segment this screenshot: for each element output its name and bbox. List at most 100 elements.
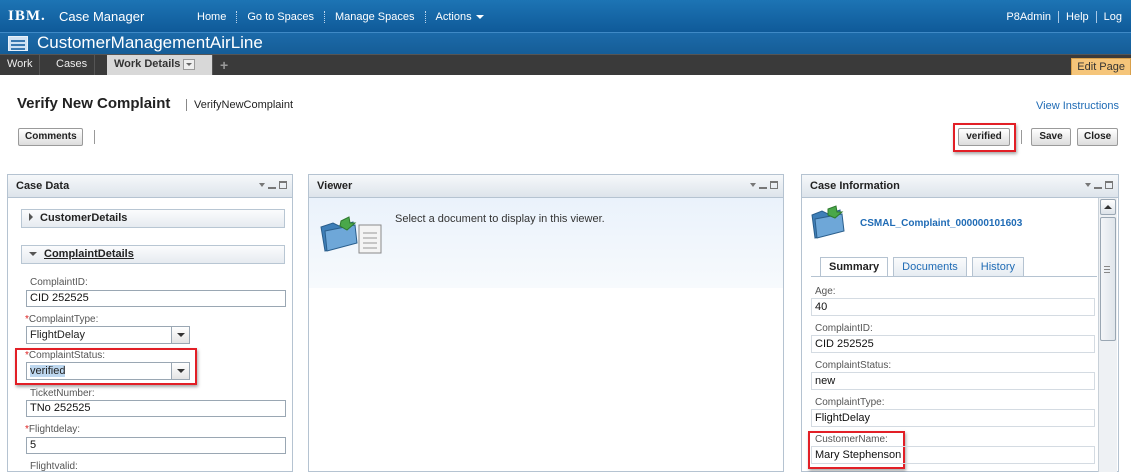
complaint-type-label: *ComplaintType: [25, 314, 98, 325]
complaint-type-select[interactable]: FlightDelay [26, 326, 190, 344]
flightdelay-field[interactable]: 5 [26, 437, 286, 454]
nav-manage-spaces[interactable]: Manage Spaces [335, 11, 426, 23]
case-folder-icon [811, 205, 845, 239]
complaint-status-label-text: ComplaintStatus: [28, 350, 106, 361]
ticket-number-field[interactable]: TNo 252525 [26, 400, 286, 417]
tab-cases[interactable]: Cases [49, 55, 96, 75]
document-folder-icon [320, 216, 382, 254]
verified-button[interactable]: verified [958, 128, 1010, 146]
toolbar-divider-2 [1021, 130, 1022, 144]
flightdelay-label-text: Flightdelay: [28, 424, 81, 435]
panel-menu-icon[interactable] [750, 183, 756, 187]
tab-history[interactable]: History [971, 257, 1025, 276]
case-data-panel: Case Data CustomerDetails ComplaintDetai… [7, 174, 293, 472]
panel-controls [259, 181, 287, 189]
viewer-header: Viewer [309, 175, 783, 198]
help-link[interactable]: Help [1058, 11, 1096, 23]
scroll-up-icon[interactable] [1100, 199, 1116, 215]
property-label: ComplaintType: [815, 397, 885, 408]
comments-button[interactable]: Comments [18, 128, 83, 146]
viewer-empty-message: Select a document to display in this vie… [395, 213, 605, 225]
tab-underline [811, 276, 1097, 277]
tab-work-details-label: Work Details [114, 58, 181, 70]
property-label: Age: [815, 286, 836, 297]
flightdelay-label: *Flightdelay: [25, 424, 80, 435]
maximize-icon[interactable] [279, 181, 287, 189]
tab-dropdown-icon[interactable] [183, 58, 196, 70]
solution-title: CustomerManagementAirLine [37, 33, 263, 52]
solution-icon [8, 36, 28, 51]
nav-actions-label: Actions [435, 11, 472, 23]
nav-home[interactable]: Home [197, 11, 238, 23]
main-nav: Home Go to Spaces Manage Spaces Actions [197, 11, 504, 23]
tab-documents[interactable]: Documents [893, 257, 967, 276]
log-link[interactable]: Log [1095, 11, 1129, 23]
add-tab-icon[interactable]: + [220, 57, 228, 73]
flightvalid-label: Flightvalid: [30, 461, 78, 472]
panel-controls [750, 181, 778, 189]
panel-controls [1085, 181, 1113, 189]
property-label: ComplaintID: [815, 323, 873, 334]
close-button[interactable]: Close [1077, 128, 1118, 146]
complaint-id-label: ComplaintID: [30, 277, 88, 288]
solution-bar: CustomerManagementAirLine [0, 32, 1131, 54]
property-value-age: 40 [811, 298, 1095, 316]
work-item-header: Verify New Complaint VerifyNewComplaint … [0, 75, 1131, 170]
panel-menu-icon[interactable] [1085, 183, 1091, 187]
case-name-link[interactable]: CSMAL_Complaint_000000101603 [860, 218, 1022, 229]
tab-work[interactable]: Work [0, 55, 41, 75]
case-data-body: CustomerDetails ComplaintDetails Complai… [8, 198, 292, 472]
step-name: VerifyNewComplaint [186, 99, 293, 111]
view-instructions-link[interactable]: View Instructions [1036, 100, 1119, 112]
chevron-down-icon[interactable] [171, 327, 189, 343]
page-title: Verify New Complaint [17, 95, 171, 112]
nav-go-to-spaces[interactable]: Go to Spaces [247, 11, 325, 23]
vertical-scrollbar[interactable] [1098, 198, 1117, 472]
complaint-type-label-text: ComplaintType: [28, 314, 99, 325]
minimize-icon[interactable] [1094, 186, 1102, 189]
case-information-panel: Case Information CSMAL_Complaint_0000001… [801, 174, 1119, 472]
save-button[interactable]: Save [1031, 128, 1071, 146]
app-name: Case Manager [59, 9, 145, 24]
section-complaint-details[interactable]: ComplaintDetails [21, 245, 285, 264]
case-information-header: Case Information [802, 175, 1118, 198]
nav-actions-menu[interactable]: Actions [436, 11, 494, 23]
property-value-complaint-status: new [811, 372, 1095, 390]
top-navigation-bar: IBM. Case Manager Home Go to Spaces Mana… [0, 0, 1131, 32]
user-menu: P8Admin Help Log [999, 11, 1129, 23]
viewer-panel: Viewer Select a document to display in t… [308, 174, 784, 472]
maximize-icon[interactable] [1105, 181, 1113, 189]
viewer-title: Viewer [317, 180, 353, 192]
complaint-id-field[interactable]: CID 252525 [26, 290, 286, 307]
user-name-link[interactable]: P8Admin [999, 11, 1058, 23]
scrollbar-thumb[interactable] [1100, 217, 1116, 341]
case-information-title: Case Information [810, 180, 900, 192]
property-label: CustomerName: [815, 434, 888, 445]
section-customer-label: CustomerDetails [40, 212, 128, 224]
maximize-icon[interactable] [770, 181, 778, 189]
tab-summary[interactable]: Summary [820, 257, 889, 276]
minimize-icon[interactable] [268, 186, 276, 189]
minimize-icon[interactable] [759, 186, 767, 189]
viewer-body: Select a document to display in this vie… [309, 198, 783, 472]
property-label: ComplaintStatus: [815, 360, 892, 371]
property-value-complaint-id: CID 252525 [811, 335, 1095, 353]
page-tab-bar: Work Cases Work Details + Edit Page [0, 54, 1131, 76]
chevron-down-icon[interactable] [171, 363, 189, 379]
chevron-down-icon [475, 15, 484, 20]
complaint-status-value: verified [30, 365, 66, 377]
case-info-tabs: Summary Documents History [820, 257, 1029, 276]
section-customer-details[interactable]: CustomerDetails [21, 209, 285, 228]
panel-menu-icon[interactable] [259, 183, 265, 187]
section-complaint-label: ComplaintDetails [44, 248, 134, 260]
collapse-arrow-icon [29, 252, 37, 256]
case-data-header: Case Data [8, 175, 292, 198]
complaint-status-select[interactable]: verified [26, 362, 190, 380]
property-value-complaint-type: FlightDelay [811, 409, 1095, 427]
tab-work-details[interactable]: Work Details [107, 55, 213, 75]
edit-page-button[interactable]: Edit Page [1071, 58, 1131, 76]
expand-arrow-icon [29, 213, 33, 221]
case-data-title: Case Data [16, 180, 70, 192]
complaint-type-value: FlightDelay [30, 329, 86, 341]
property-value-customer-name: Mary Stephenson [811, 446, 1095, 464]
